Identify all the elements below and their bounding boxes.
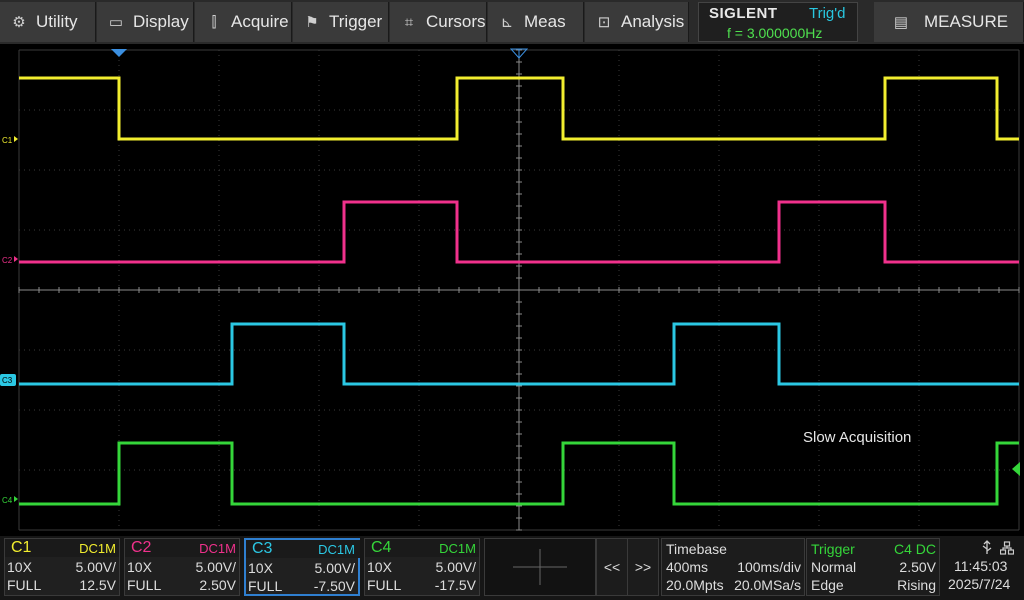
timebase-delay: 400ms [666,559,709,575]
svg-text:C1: C1 [2,136,13,145]
display-button[interactable]: ▭ Display [97,2,194,42]
cursors-label: Cursors [426,12,486,31]
crosshair-icon: ⌗ [404,13,414,31]
measure-button[interactable]: ▤ MEASURE [874,2,1024,42]
channel-3-coupling: DC1M [318,542,355,557]
channel-4-bandwidth: FULL [367,577,402,593]
channel-1-coupling: DC1M [79,541,116,556]
trigger-source: C4 DC [893,541,936,557]
ruler-icon: ⊾ [500,14,514,31]
channel-1-box[interactable]: C1 DC1M 10X 5.00V/ FULL 12.5V [4,538,120,596]
channel-2-bandwidth: FULL [127,577,162,593]
measure-label: MEASURE [924,12,1009,31]
trigger-position-marker[interactable] [111,49,127,57]
add-channel-area[interactable] [484,538,596,596]
c1-marker[interactable]: C1 [2,136,18,145]
crosshair-icon [513,549,567,585]
trigger-mode: Normal [811,559,857,575]
trigger-label: Trigger [329,12,383,31]
channel-3-offset: -7.50V [313,578,355,594]
channel-4-box[interactable]: C4 DC1M 10X 5.00V/ FULL -17.5V [364,538,480,596]
sample-rate: 20.0MSa/s [734,577,801,593]
trigger-button[interactable]: ⚑ Trigger [293,2,389,42]
channel-3-name: C3 [252,540,273,557]
frequency-readout: f = 3.000000Hz [727,25,823,41]
status-panel: SIGLENT Trig'd f = 3.000000Hz [698,2,858,42]
channel-2-probe: 10X [127,559,152,575]
channel-1-probe: 10X [7,559,32,575]
svg-text:C3: C3 [2,376,13,385]
brand-logo: SIGLENT [709,5,778,22]
analysis-icon: ⊡ [597,14,611,31]
prev-page-button[interactable]: << [596,538,628,596]
channel-3-bandwidth: FULL [248,578,283,594]
c4-marker[interactable]: C4 [2,496,18,505]
meas-label: Meas [524,12,566,31]
trigger-level-marker[interactable] [1012,462,1020,476]
bottom-panel: C1 DC1M 10X 5.00V/ FULL 12.5V C2 DC1M 10… [0,536,1024,600]
list-icon: ▤ [893,14,909,31]
channel-4-coupling: DC1M [439,541,476,556]
utility-button[interactable]: ⚙ Utility [0,2,96,42]
timebase-scale: 100ms/div [737,559,801,575]
channel-2-scale: 5.00V/ [195,559,236,575]
clock-date: 2025/7/24 [948,576,1011,592]
flag-icon: ⚑ [305,14,319,31]
trigger-type: Edge [811,577,844,593]
utility-label: Utility [36,12,78,31]
channel-2-offset: 2.50V [199,577,236,593]
channel-4-probe: 10X [367,559,392,575]
usb-icon [982,540,992,554]
display-label: Display [133,12,189,31]
timebase-box[interactable]: Timebase 400ms 100ms/div 20.0Mpts 20.0MS… [661,538,805,596]
menu-bar: ⚙ Utility ▭ Display ⫿ Acquire ⚑ Trigger … [0,0,1024,44]
channel-3-box[interactable]: C3 DC1M 10X 5.00V/ FULL -7.50V [244,538,360,596]
channel-1-bandwidth: FULL [7,577,42,593]
analysis-button[interactable]: ⊡ Analysis [585,2,689,42]
trigger-title: Trigger [811,541,855,557]
svg-text:C2: C2 [2,256,13,265]
channel-3-scale: 5.00V/ [314,560,355,576]
channel-1-offset: 12.5V [79,577,116,593]
waveform-display[interactable]: C1 C2 C3 C4 Slow Acquisition [0,44,1024,536]
trigger-level: 2.50V [899,559,936,575]
network-icon [1000,541,1014,555]
svg-text:C4: C4 [2,496,13,505]
acquisition-note: Slow Acquisition [803,429,911,446]
channel-2-name: C2 [131,539,152,556]
gear-icon: ⚙ [12,14,26,31]
cursors-button[interactable]: ⌗ Cursors [390,2,487,42]
analysis-label: Analysis [621,12,685,31]
monitor-icon: ▭ [108,14,124,31]
timebase-title: Timebase [666,541,727,557]
system-status: 11:45:03 2025/7/24 [944,538,1024,596]
channel-1-scale: 5.00V/ [75,559,116,575]
clock-time: 11:45:03 [954,558,1008,574]
trigger-box[interactable]: Trigger C4 DC Normal 2.50V Edge Rising [806,538,940,596]
c3-marker[interactable]: C3 [0,374,16,386]
graticule [18,49,1020,531]
acquire-button[interactable]: ⫿ Acquire [195,2,292,42]
next-page-button[interactable]: >> [627,538,659,596]
trigger-slope: Rising [897,577,936,593]
channel-4-scale: 5.00V/ [435,559,476,575]
channel-2-coupling: DC1M [199,541,236,556]
acquire-icon: ⫿ [211,13,217,31]
trigger-status: Trig'd [809,5,846,22]
meas-button[interactable]: ⊾ Meas [488,2,584,42]
c2-marker[interactable]: C2 [2,256,18,265]
channel-1-name: C1 [11,539,32,556]
channel-2-box[interactable]: C2 DC1M 10X 5.00V/ FULL 2.50V [124,538,240,596]
channel-3-probe: 10X [248,560,273,576]
acquire-label: Acquire [231,12,289,31]
channel-4-name: C4 [371,539,392,556]
channel-4-offset: -17.5V [434,577,476,593]
memory-depth: 20.0Mpts [666,577,724,593]
